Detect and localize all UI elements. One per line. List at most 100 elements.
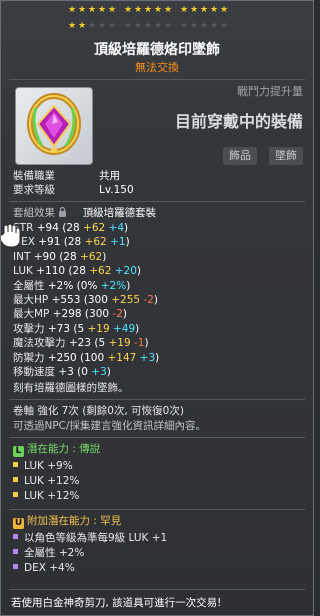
star-force-row-2: ★ ★ ★ ★ ★ ★ ★ ★ ★ ★ ★ ★ ★ ★ ★ bbox=[67, 21, 257, 31]
star-filled-icon: ★ bbox=[97, 5, 107, 15]
stat-part: +62 bbox=[89, 265, 112, 278]
stat-part: +19 bbox=[108, 337, 131, 350]
stat-part: +62 bbox=[83, 222, 106, 234]
stat-part: ) bbox=[144, 337, 149, 350]
potential-line: LUK +12% bbox=[13, 489, 79, 503]
star-empty-icon: ★ bbox=[219, 21, 229, 31]
bonus-potential-line: 全屬性 +2% bbox=[13, 546, 84, 560]
stat-total: +110 bbox=[32, 265, 69, 278]
item-tooltip: ★ ★ ★ ★ ★ ★ ★ ★ ★ ★ ★ ★ ★ ★ ★ ★ ★ ★ ★ ★ ★ ★ ★ ★ ★ ★ ★ ★ ★ ★ 頂級培羅德烙印墜… bbox=[0, 0, 314, 616]
stat-row: STR +94 (28 +62 +4) bbox=[13, 221, 128, 235]
potential-line: LUK +9% bbox=[13, 459, 73, 473]
stat-part: +2% bbox=[100, 279, 127, 292]
stat-total: +91 bbox=[34, 236, 64, 249]
lock-icon bbox=[58, 206, 70, 219]
potential-line-text: LUK +9% bbox=[24, 460, 73, 472]
stat-part: ) bbox=[135, 322, 140, 335]
stat-part: (300 bbox=[83, 294, 112, 306]
stat-part: (5 bbox=[94, 337, 109, 350]
stat-part: ) bbox=[155, 351, 160, 364]
star-filled-icon: ★ bbox=[123, 5, 133, 15]
star-empty-icon: ★ bbox=[123, 21, 133, 31]
stat-part: +62 bbox=[80, 250, 103, 263]
star-filled-icon: ★ bbox=[209, 5, 219, 15]
stat-total: +3 bbox=[55, 366, 78, 378]
stat-part: +19 bbox=[87, 322, 110, 335]
purple-gem-pendant-icon bbox=[27, 93, 81, 155]
stat-part: +1 bbox=[106, 236, 126, 249]
req-job-value: 共用 bbox=[99, 170, 120, 182]
stat-row: 移動速度 +3 (0 +3) bbox=[13, 365, 111, 379]
stat-total: +73 bbox=[44, 322, 74, 335]
stat-part: (5 bbox=[73, 322, 88, 335]
stat-row: DEX +91 (28 +62 +1) bbox=[13, 235, 130, 249]
stat-part: (28 bbox=[59, 250, 81, 263]
stat-part: ) bbox=[122, 308, 127, 321]
stat-part: ) bbox=[106, 366, 111, 378]
stat-part: ) bbox=[102, 250, 107, 263]
bullet-icon bbox=[13, 534, 18, 539]
stat-part: (0% bbox=[76, 279, 101, 292]
potential-line: LUK +12% bbox=[13, 474, 79, 488]
stat-part: (28 bbox=[68, 265, 90, 278]
stat-part: +255 bbox=[111, 294, 141, 306]
stat-row: 最大HP +553 (300 +255 -2) bbox=[13, 293, 158, 307]
star-filled-icon: ★ bbox=[143, 5, 153, 15]
stat-part: ) bbox=[125, 236, 130, 249]
star-empty-icon: ★ bbox=[209, 21, 219, 31]
star-empty-icon: ★ bbox=[163, 21, 173, 31]
item-icon-frame bbox=[15, 87, 93, 165]
bonus-potential-line-text: 全屬性 +2% bbox=[24, 547, 85, 559]
bullet-icon bbox=[13, 564, 18, 569]
stat-total: +298 bbox=[49, 308, 85, 321]
stat-part: -2 bbox=[140, 294, 154, 306]
star-force-row-1: ★ ★ ★ ★ ★ ★ ★ ★ ★ ★ ★ ★ ★ ★ ★ bbox=[67, 5, 257, 15]
scissors-trade-note: 若使用白金神奇剪刀, 該道具可進行一次交易! bbox=[11, 597, 222, 609]
star-filled-icon: ★ bbox=[67, 21, 77, 31]
stat-part: ) bbox=[136, 265, 141, 278]
bullet-icon bbox=[13, 492, 18, 497]
bonus-potential-label: 附加潛在能力 : 罕見 bbox=[27, 515, 122, 527]
stat-row: LUK +110 (28 +62 +20) bbox=[13, 264, 141, 278]
star-filled-icon: ★ bbox=[153, 5, 163, 15]
star-filled-icon: ★ bbox=[219, 5, 229, 15]
star-filled-icon: ★ bbox=[107, 5, 117, 15]
potential-line-text: LUK +12% bbox=[24, 475, 80, 487]
stat-part: +20 bbox=[111, 265, 137, 278]
item-name: 頂級培羅德烙印墜飾 bbox=[94, 42, 220, 58]
stat-part: (0 bbox=[77, 366, 92, 378]
star-filled-icon: ★ bbox=[77, 5, 87, 15]
bonus-potential-line-text: DEX +4% bbox=[24, 562, 75, 574]
stat-label: LUK bbox=[13, 265, 33, 278]
currently-equipped-text: 目前穿戴中的裝備 bbox=[174, 112, 303, 131]
stat-total: +23 bbox=[65, 337, 95, 350]
star-filled-icon: ★ bbox=[133, 5, 143, 15]
bonus-potential-line: 以角色等級為準每9級 LUK +1 bbox=[13, 531, 167, 545]
stat-label: 攻擊力 bbox=[13, 322, 45, 335]
req-level: 要求等級 Lv.150 bbox=[13, 183, 134, 197]
trade-status: 無法交換 bbox=[135, 61, 179, 74]
stat-total: +90 bbox=[30, 250, 60, 263]
enhance-info-text: 可透過NPC/採集建言強化資訊詳細內容。 bbox=[13, 420, 207, 432]
divider bbox=[9, 589, 305, 590]
req-job-label: 裝備職業 bbox=[13, 170, 55, 182]
potential-line-text: LUK +12% bbox=[24, 490, 80, 502]
stat-part: -1 bbox=[130, 337, 145, 350]
divider bbox=[9, 437, 305, 438]
star-filled-icon: ★ bbox=[67, 5, 77, 15]
stat-part: (100 bbox=[80, 351, 108, 364]
star-empty-icon: ★ bbox=[97, 21, 107, 31]
stat-part: +49 bbox=[109, 322, 136, 335]
star-empty-icon: ★ bbox=[87, 21, 97, 31]
bullet-icon bbox=[13, 462, 18, 467]
stat-total: +94 bbox=[33, 222, 63, 234]
category-chip-pendant: 墜飾 bbox=[269, 147, 303, 165]
combat-power-label: 戰鬥力提升量 bbox=[237, 85, 303, 98]
stat-part: ) bbox=[124, 222, 129, 234]
legendary-grade-icon: L bbox=[13, 446, 24, 457]
stat-part: -2 bbox=[112, 308, 123, 321]
hand-cursor-icon bbox=[1, 223, 21, 253]
req-job: 裝備職業 共用 bbox=[13, 169, 120, 183]
stat-part: ) bbox=[153, 294, 158, 306]
stat-part: +4 bbox=[105, 222, 125, 234]
